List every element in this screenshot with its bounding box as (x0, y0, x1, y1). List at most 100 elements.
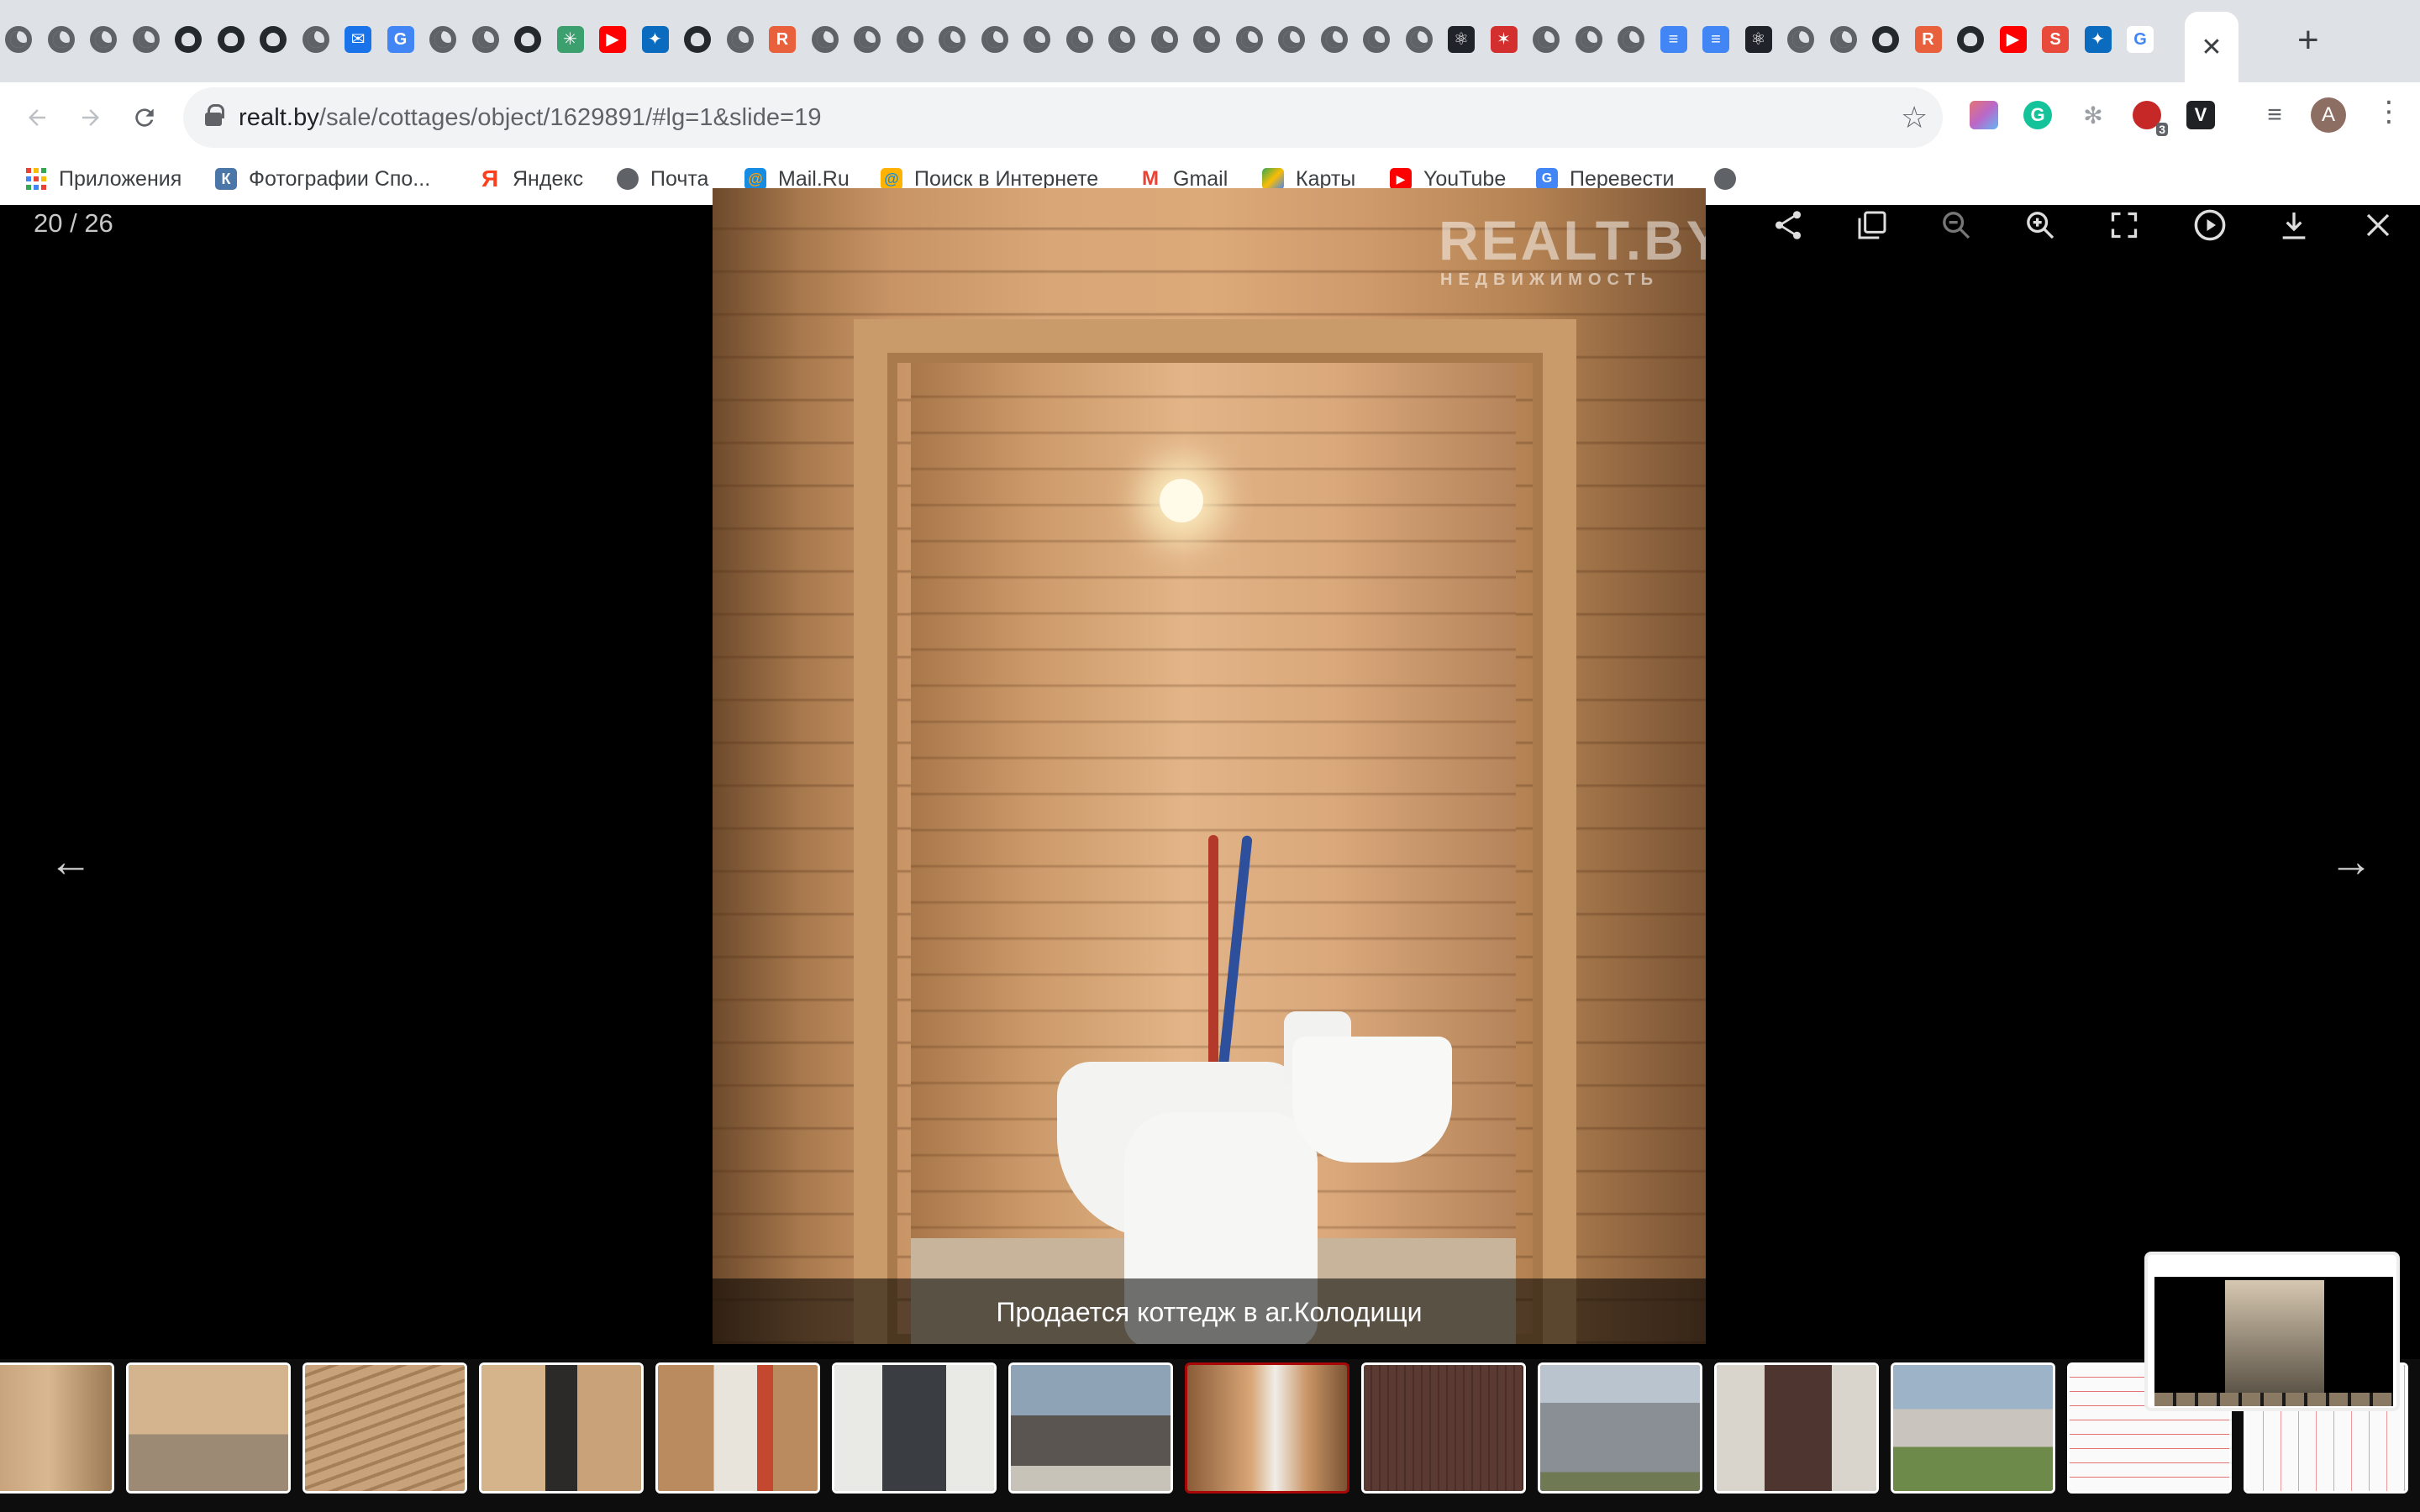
bookmark-star-icon[interactable]: ☆ (1901, 102, 1928, 133)
tab-doc-icon[interactable]: ≡ (1660, 26, 1687, 53)
tab-github-icon[interactable] (1872, 26, 1899, 53)
tab-globe-icon[interactable] (811, 26, 839, 53)
active-tab[interactable]: ✕ (2185, 12, 2238, 82)
tab-google-icon[interactable]: G (2127, 26, 2154, 53)
tab-globe-icon[interactable] (1363, 26, 1390, 53)
close-tab-icon[interactable]: ✕ (2201, 33, 2222, 62)
tab-globe-icon[interactable] (429, 26, 456, 53)
tab-snow-icon[interactable]: ✳ (556, 26, 584, 53)
tab-translate-icon[interactable]: G (387, 26, 414, 53)
thumbnail-white-wall-window[interactable] (832, 1362, 997, 1494)
menu-kebab-icon[interactable]: ⋮ (2375, 97, 2403, 126)
thumbnail-room-doorway[interactable] (479, 1362, 644, 1494)
reload-button[interactable] (126, 99, 163, 136)
paw-extension-icon[interactable]: ✻ (2079, 101, 2107, 129)
tab-globe-icon[interactable] (981, 26, 1008, 53)
thumbnail-room-with-window[interactable] (126, 1362, 291, 1494)
bookmark-vk[interactable]: К Фотографии Спо... (215, 163, 430, 195)
tab-globe-icon[interactable] (302, 26, 329, 53)
tab-globe-icon[interactable] (1405, 26, 1433, 53)
tab-r-icon[interactable]: R (1914, 26, 1942, 53)
bookmark-apps[interactable]: Приложения (25, 163, 182, 195)
tab-globe-icon[interactable] (1023, 26, 1050, 53)
tab-globe-icon[interactable] (1618, 26, 1644, 53)
tab-github-icon[interactable] (514, 26, 541, 53)
thumbnail-wood-ceiling-room[interactable] (302, 1362, 467, 1494)
tab-yt-icon[interactable]: ▶ (1999, 26, 2027, 53)
download-button[interactable] (2274, 205, 2314, 245)
tab-github-icon[interactable] (684, 26, 711, 53)
address-bar[interactable]: realt.by/sale/cottages/object/1629891/#l… (183, 87, 1943, 148)
forward-button[interactable] (72, 99, 109, 136)
thumbnail-house-exterior[interactable] (1891, 1362, 2055, 1494)
url-text[interactable]: realt.by/sale/cottages/object/1629891/#l… (239, 104, 822, 132)
close-viewer-button[interactable] (2358, 205, 2398, 245)
thumbnail-terrace[interactable] (1008, 1362, 1173, 1494)
tab-globe-icon[interactable] (5, 26, 32, 53)
autoplay-button[interactable] (2190, 205, 2230, 245)
tab-globe-icon[interactable] (132, 26, 160, 53)
extension-gradient-icon[interactable] (1970, 101, 1998, 129)
share-button[interactable] (1768, 205, 1808, 245)
bookmark-pochta[interactable]: Почта (617, 163, 708, 195)
grammarly-icon[interactable]: G (2023, 101, 2052, 129)
tab-globe-icon[interactable] (471, 26, 499, 53)
bookmark-globe[interactable] (1714, 163, 1736, 195)
thumbnail-fence-gate[interactable] (1538, 1362, 1702, 1494)
tab-globe-icon[interactable] (1065, 26, 1093, 53)
next-slide-button[interactable]: → (2329, 840, 2373, 884)
tab-react-icon[interactable]: ⚛ (1448, 26, 1475, 53)
back-button[interactable] (18, 99, 55, 136)
tab-globe-icon[interactable] (939, 26, 965, 53)
tab-r-icon[interactable]: R (769, 26, 796, 53)
previous-slide-button[interactable]: ← (49, 840, 92, 884)
media-controls-icon[interactable]: ≡ (2260, 101, 2289, 129)
tab-globe-icon[interactable] (726, 26, 754, 53)
thumbnail-bathroom[interactable] (1185, 1362, 1349, 1494)
pip-preview[interactable] (2144, 1252, 2400, 1411)
fullscreen-button[interactable] (2104, 205, 2144, 245)
thumbnail-brown-fence[interactable] (1361, 1362, 1526, 1494)
tab-globe-icon[interactable] (1829, 26, 1857, 53)
tab-globe-icon[interactable] (47, 26, 75, 53)
thumbnail-boiler-room[interactable] (655, 1362, 820, 1494)
tab-react-icon[interactable]: ⚛ (1744, 26, 1772, 53)
new-tab-button[interactable]: + (2297, 22, 2319, 59)
tab-github-icon[interactable] (1957, 26, 1984, 53)
main-photo[interactable]: REALT.BY НЕДВИЖИМОСТЬ (713, 188, 1706, 1344)
light-bulb (1160, 479, 1203, 522)
tab-strip: ✉ G ✳ ▶ ✦ R ⚛ ✶ ≡ ≡ ⚛ R ▶ S ✦ G ✕ + (0, 0, 2420, 82)
tab-github-icon[interactable] (260, 26, 287, 53)
tab-globe-icon[interactable] (1533, 26, 1560, 53)
tab-github-icon[interactable] (217, 26, 245, 53)
thumbnails-toggle-button[interactable] (1852, 205, 1892, 245)
tab-doc-icon[interactable]: ≡ (1702, 26, 1729, 53)
tab-bird-icon[interactable]: ✦ (641, 26, 669, 53)
tab-r2-icon[interactable]: S (2042, 26, 2069, 53)
tab-globe-icon[interactable] (1278, 26, 1305, 53)
tab-bird-icon[interactable]: ✦ (2084, 26, 2112, 53)
tab-globe-icon[interactable] (1150, 26, 1178, 53)
tab-globe-icon[interactable] (1787, 26, 1814, 53)
tab-globe-icon[interactable] (90, 26, 117, 53)
tab-mail-icon[interactable]: ✉ (345, 26, 371, 53)
thumbnail-brown-gate[interactable] (1714, 1362, 1879, 1494)
zoom-out-button[interactable] (1936, 205, 1976, 245)
tab-globe-icon[interactable] (1108, 26, 1135, 53)
tab-red-icon[interactable]: ✶ (1490, 26, 1518, 53)
profile-avatar[interactable]: A (2311, 97, 2346, 133)
tab-globe-icon[interactable] (1193, 26, 1220, 53)
back-arrow-icon (29, 109, 45, 126)
tab-github-icon[interactable] (175, 26, 202, 53)
tab-globe-icon[interactable] (896, 26, 923, 53)
tab-yt-icon[interactable]: ▶ (599, 26, 626, 53)
bookmark-yandex[interactable]: Я Яндекс (479, 163, 583, 195)
thumbnail-wood-interior-left[interactable] (0, 1362, 114, 1494)
adblock-icon[interactable]: 3 (2133, 101, 2168, 136)
v-extension-icon[interactable]: V (2186, 101, 2215, 129)
tab-globe-icon[interactable] (1235, 26, 1263, 53)
tab-globe-icon[interactable] (854, 26, 881, 53)
tab-globe-icon[interactable] (1575, 26, 1602, 53)
zoom-in-button[interactable] (2020, 205, 2060, 245)
tab-globe-icon[interactable] (1320, 26, 1348, 53)
